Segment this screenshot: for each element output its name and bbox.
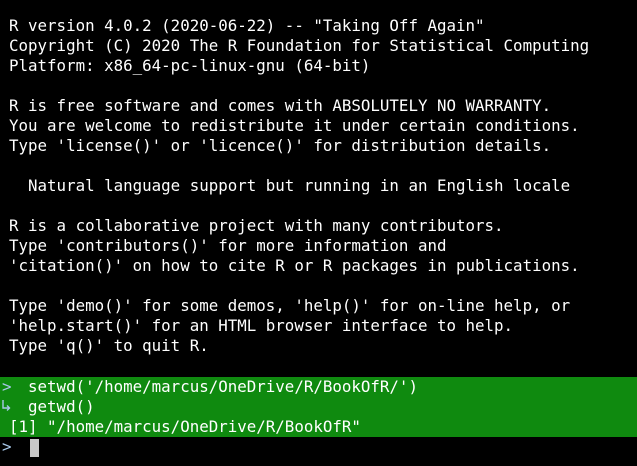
warranty-line-1: R is free software and comes with ABSOLU… xyxy=(9,96,552,115)
help-line-1: Type 'demo()' for some demos, 'help()' f… xyxy=(9,296,571,315)
version-line: R version 4.0.2 (2020-06-22) -- "Taking … xyxy=(9,16,485,35)
platform-line: Platform: x86_64-pc-linux-gnu (64-bit) xyxy=(9,56,371,75)
command-getwd[interactable]: getwd() xyxy=(9,397,95,417)
collab-line-2: Type 'contributors()' for more informati… xyxy=(9,236,447,255)
r-console-terminal[interactable]: R version 4.0.2 (2020-06-22) -- "Taking … xyxy=(0,0,637,466)
help-line-3: Type 'q()' to quit R. xyxy=(9,336,209,355)
locale-note: Natural language support but running in … xyxy=(9,176,571,195)
warranty-line-2: You are welcome to redistribute it under… xyxy=(9,116,580,135)
active-prompt-symbol: > xyxy=(2,437,12,456)
copyright-line: Copyright (C) 2020 The R Foundation for … xyxy=(9,36,590,55)
output-line: [1] "/home/marcus/OneDrive/R/BookOfR" xyxy=(9,417,361,436)
command-setwd[interactable]: setwd('/home/marcus/OneDrive/R/BookOfR/'… xyxy=(9,377,418,397)
warranty-line-3: Type 'license()' or 'licence()' for dist… xyxy=(9,136,552,155)
text-cursor[interactable] xyxy=(30,439,39,457)
help-line-2: 'help.start()' for an HTML browser inter… xyxy=(9,316,514,335)
collab-line-3: 'citation()' on how to cite R or R packa… xyxy=(9,256,580,275)
collab-line-1: R is a collaborative project with many c… xyxy=(9,216,504,235)
highlight-row-2 xyxy=(0,397,637,417)
